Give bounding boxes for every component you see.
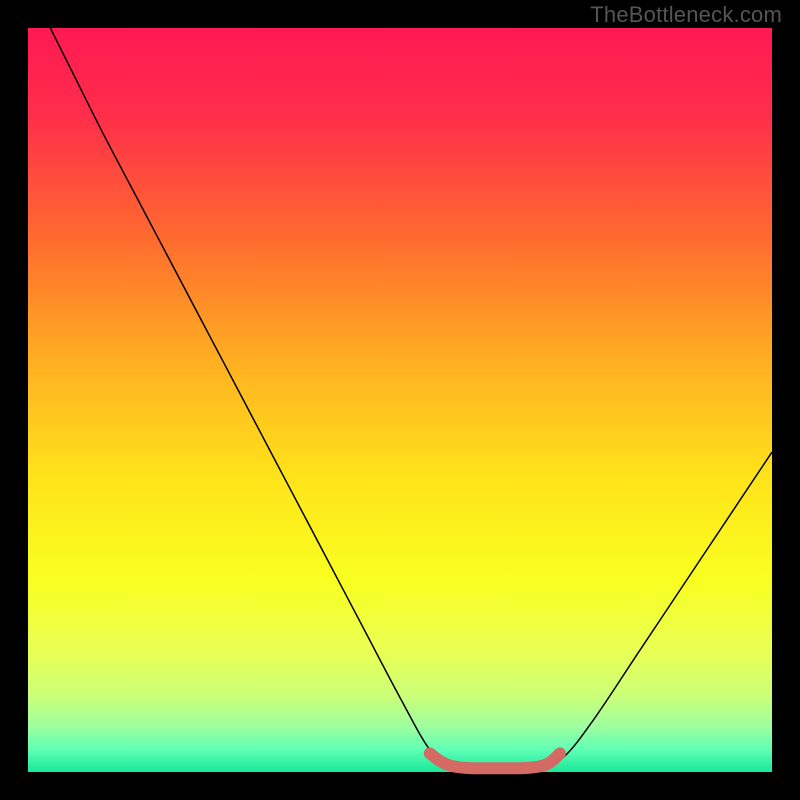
watermark-text: TheBottleneck.com bbox=[590, 2, 782, 28]
chart-canvas bbox=[0, 0, 800, 800]
plot-area bbox=[28, 28, 772, 772]
chart-stage: TheBottleneck.com bbox=[0, 0, 800, 800]
